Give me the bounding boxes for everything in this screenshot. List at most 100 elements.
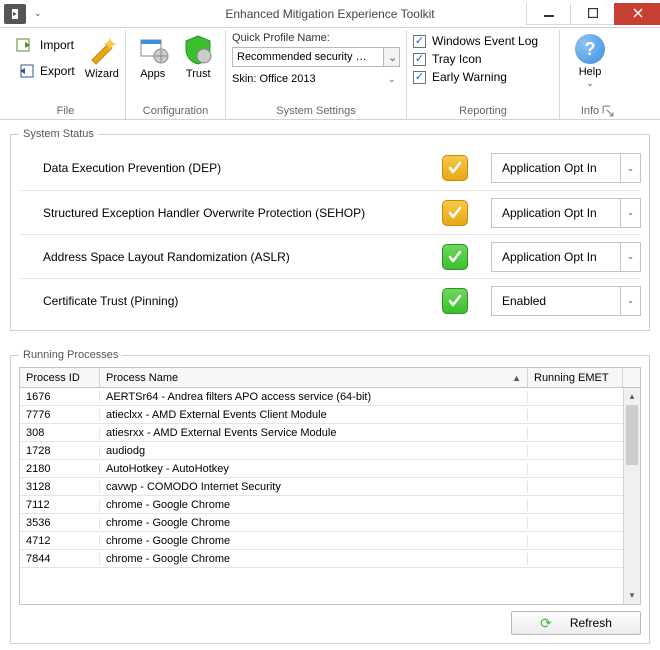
early-warning-checkbox[interactable]: Early Warning [413,70,553,84]
status-row: Address Space Layout Randomization (ASLR… [19,234,641,278]
apps-icon [137,34,169,66]
sort-ascending-icon: ▲ [512,373,521,383]
ribbon-group-file: Import Export Wizard File [6,30,126,119]
ribbon-group-label: File [12,103,119,119]
wizard-button[interactable]: Wizard [83,32,121,82]
import-button[interactable]: Import [12,34,79,56]
skin-dropdown-icon[interactable]: ⌄ [388,74,400,85]
ribbon-group-configuration: Apps Trust Configuration [126,30,226,119]
event-log-label: Windows Event Log [432,34,538,48]
chevron-down-icon[interactable]: ⌄ [620,154,640,182]
table-row[interactable]: 2180AutoHotkey - AutoHotkey [20,460,623,478]
table-row[interactable]: 1728audiodg [20,442,623,460]
ribbon-group-info: ? Help ⌄ Info [560,30,620,119]
table-row[interactable]: 3128cavwp - COMODO Internet Security [20,478,623,496]
column-header-emet[interactable]: Running EMET [528,368,623,387]
cell-pid: 4712 [20,535,100,547]
cell-name: atieclxx - AMD External Events Client Mo… [100,409,528,421]
status-name: Data Execution Prevention (DEP) [19,161,419,175]
status-name: Certificate Trust (Pinning) [19,294,419,308]
minimize-button[interactable] [526,3,570,25]
apps-button[interactable]: Apps [132,32,174,82]
skin-value: Office 2013 [260,73,316,85]
table-row[interactable]: 7112chrome - Google Chrome [20,496,623,514]
qat-customize-icon[interactable]: ⌄ [34,8,42,19]
help-dropdown-icon[interactable]: ⌄ [586,78,594,89]
vertical-scrollbar[interactable]: ▴ ▾ [623,388,640,604]
status-row: Certificate Trust (Pinning) Enabled⌄ [19,278,641,322]
ribbon: Import Export Wizard File Apps Trus [0,28,660,120]
close-button[interactable] [614,3,660,25]
status-value: Application Opt In [492,154,620,182]
system-status-fieldset: System Status Data Execution Prevention … [10,128,650,331]
ribbon-group-label: Configuration [132,103,219,119]
refresh-button[interactable]: ⟳ Refresh [511,611,641,635]
cell-pid: 1676 [20,391,100,403]
trust-button[interactable]: Trust [178,32,220,82]
cell-name: atiesrxx - AMD External Events Service M… [100,427,528,439]
process-grid: Process ID Process Name ▲ Running EMET 1… [19,367,641,605]
wizard-icon [86,34,118,66]
grid-header: Process ID Process Name ▲ Running EMET [20,368,640,388]
running-processes-legend: Running Processes [19,349,122,361]
cell-name: chrome - Google Chrome [100,553,528,565]
cell-name: AutoHotkey - AutoHotkey [100,463,528,475]
table-row[interactable]: 4712chrome - Google Chrome [20,532,623,550]
chevron-down-icon[interactable]: ⌄ [383,48,399,66]
profile-combo[interactable]: Recommended security … ⌄ [232,47,400,67]
chevron-down-icon[interactable]: ⌄ [620,287,640,315]
scroll-down-icon[interactable]: ▾ [624,587,640,604]
cell-pid: 3536 [20,517,100,529]
refresh-label: Refresh [570,616,612,630]
event-log-checkbox[interactable]: Windows Event Log [413,34,553,48]
scroll-thumb[interactable] [626,405,638,465]
skin-label: Skin: [232,73,256,85]
table-row[interactable]: 7844chrome - Google Chrome [20,550,623,568]
tray-icon-checkbox[interactable]: Tray Icon [413,52,553,66]
cell-pid: 7776 [20,409,100,421]
status-row: Structured Exception Handler Overwrite P… [19,190,641,234]
table-row[interactable]: 308atiesrxx - AMD External Events Servic… [20,424,623,442]
status-select[interactable]: Application Opt In⌄ [491,198,641,228]
scroll-up-icon[interactable]: ▴ [624,388,640,405]
chevron-down-icon[interactable]: ⌄ [620,243,640,271]
cell-pid: 1728 [20,445,100,457]
ribbon-group-label: System Settings [232,103,400,119]
status-name: Structured Exception Handler Overwrite P… [19,206,419,220]
window-buttons [526,3,660,25]
cell-name: cavwp - COMODO Internet Security [100,481,528,493]
export-button[interactable]: Export [12,60,79,82]
system-status-legend: System Status [19,128,98,140]
ribbon-group-label: Info [566,103,614,119]
apps-label: Apps [140,68,165,80]
checkbox-icon [413,71,426,84]
dialog-launcher-icon[interactable] [602,105,614,117]
column-header-pid[interactable]: Process ID [20,368,100,387]
status-select[interactable]: Enabled⌄ [491,286,641,316]
checkbox-icon [413,35,426,48]
cell-pid: 308 [20,427,100,439]
running-processes-fieldset: Running Processes Process ID Process Nam… [10,349,650,644]
column-header-name[interactable]: Process Name ▲ [100,368,528,387]
help-label: Help [579,66,602,78]
checkbox-icon [413,53,426,66]
chevron-down-icon[interactable]: ⌄ [620,199,640,227]
cell-pid: 7112 [20,499,100,511]
ribbon-group-reporting: Windows Event Log Tray Icon Early Warnin… [407,30,560,119]
cell-name: chrome - Google Chrome [100,499,528,511]
cell-name: chrome - Google Chrome [100,517,528,529]
table-row[interactable]: 3536chrome - Google Chrome [20,514,623,532]
cell-pid: 7844 [20,553,100,565]
wizard-label: Wizard [85,68,119,80]
help-icon[interactable]: ? [575,34,605,64]
export-label: Export [40,64,75,78]
ribbon-group-system-settings: Quick Profile Name: Recommended security… [226,30,407,119]
status-select[interactable]: Application Opt In⌄ [491,242,641,272]
table-row[interactable]: 7776atieclxx - AMD External Events Clien… [20,406,623,424]
status-select[interactable]: Application Opt In⌄ [491,153,641,183]
table-row[interactable]: 1676AERTSr64 - Andrea filters APO access… [20,388,623,406]
scroll-header-spacer [623,368,640,387]
maximize-button[interactable] [570,3,614,25]
status-indicator-icon [442,288,468,314]
system-menu-icon[interactable] [4,4,26,24]
